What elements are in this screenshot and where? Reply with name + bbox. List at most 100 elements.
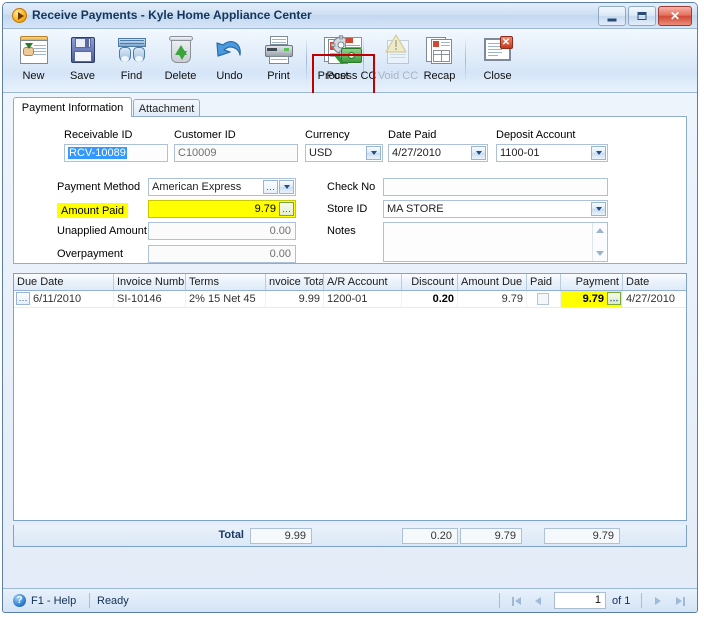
cell-due-date: ⋯ 6/11/2010 — [14, 291, 114, 307]
toolbar: New Save Find Delete Undo Print Post Pro… — [3, 29, 697, 117]
triangle-right-icon — [655, 597, 661, 605]
amount-paid-label: Amount Paid — [57, 203, 128, 218]
grid-header-invoice-total[interactable]: nvoice Total — [266, 274, 324, 290]
undo-arrow-svg — [215, 41, 241, 57]
window-controls: ✕ — [598, 6, 692, 26]
tab-attachment[interactable]: Attachment — [133, 99, 200, 117]
grid-header-ar-account[interactable]: A/R Account — [324, 274, 402, 290]
help-text[interactable]: F1 - Help — [31, 595, 76, 607]
check-no-label: Check No — [327, 181, 376, 193]
row-ellipsis-button[interactable]: ⋯ — [16, 292, 30, 305]
totals-invoice-total: 9.99 — [250, 528, 312, 544]
toolbar-separator — [465, 37, 466, 83]
grid-header-discount[interactable]: Discount — [402, 274, 458, 290]
currency-label: Currency — [305, 129, 350, 141]
toolbar-button-delete[interactable]: Delete — [156, 31, 205, 89]
nav-divider-left — [499, 593, 500, 608]
cell-payment[interactable]: 9.79 ⋯ — [561, 291, 623, 307]
invoice-grid: Due Date Invoice Numb Terms nvoice Total… — [13, 273, 687, 521]
page-count-label: of 1 — [612, 595, 631, 607]
grid-header-date[interactable]: Date — [623, 274, 686, 290]
payment-ellipsis-button[interactable]: ⋯ — [607, 292, 621, 305]
cell-paid[interactable] — [527, 291, 561, 307]
chevron-down-icon[interactable] — [279, 180, 294, 194]
close-button[interactable]: ✕ — [658, 6, 692, 26]
binoculars-icon — [115, 34, 149, 68]
grid-header-terms[interactable]: Terms — [186, 274, 266, 290]
toolbar-button-save[interactable]: Save — [58, 31, 107, 89]
amount-paid-ellipsis-button[interactable]: ⋯ — [279, 202, 294, 216]
tab-payment-information[interactable]: Payment Information — [13, 97, 132, 117]
totals-amount-due: 9.79 — [460, 528, 522, 544]
overpayment-value: 0.00 — [269, 248, 291, 260]
date-paid-value: 4/27/2010 — [392, 147, 441, 159]
client-area: Payment Information Attachment Receivabl… — [3, 93, 697, 588]
notes-textarea[interactable] — [383, 222, 608, 262]
status-divider — [89, 593, 90, 608]
cell-discount: 0.20 — [402, 291, 458, 307]
toolbar-label: Process CC — [317, 70, 377, 82]
page-number-input[interactable]: 1 — [554, 592, 606, 609]
notes-scrollbar[interactable] — [592, 223, 607, 261]
warning-triangle-svg — [385, 34, 407, 53]
minimize-button[interactable] — [598, 6, 626, 26]
scroll-down-icon[interactable] — [596, 251, 604, 256]
minimize-icon — [607, 18, 617, 22]
recycle-bin-icon — [164, 34, 198, 68]
close-window-icon: ✕ — [481, 34, 515, 68]
grid-header-paid[interactable]: Paid — [527, 274, 561, 290]
gear-card-icon — [330, 34, 364, 68]
chevron-down-icon[interactable] — [366, 146, 381, 160]
store-id-select[interactable]: MA STORE — [383, 200, 608, 218]
toolbar-label: Void CC — [377, 70, 419, 82]
toolbar-button-undo[interactable]: Undo — [205, 31, 254, 89]
status-bar: ? F1 - Help Ready 1 of 1 — [3, 588, 697, 612]
payment-method-ellipsis-button[interactable]: ⋯ — [263, 180, 278, 194]
currency-select[interactable]: USD — [305, 144, 383, 162]
grid-header-payment[interactable]: Payment — [561, 274, 623, 290]
toolbar-button-new[interactable]: New — [9, 31, 58, 89]
maximize-button[interactable] — [628, 6, 656, 26]
tab-label: Attachment — [138, 102, 195, 115]
help-icon[interactable]: ? — [13, 594, 26, 607]
payment-method-select[interactable]: American Express ⋯ — [148, 178, 296, 196]
title-bar: Receive Payments - Kyle Home Appliance C… — [3, 3, 697, 29]
grid-body: Due Date Invoice Numb Terms nvoice Total… — [14, 274, 686, 520]
deposit-account-select[interactable]: 1100-01 — [496, 144, 608, 162]
toolbar-button-recap[interactable]: Recap — [415, 31, 464, 89]
undo-arrow-icon — [213, 34, 247, 68]
receivable-id-label: Receivable ID — [64, 129, 133, 141]
date-paid-select[interactable]: 4/27/2010 — [388, 144, 488, 162]
paid-checkbox[interactable] — [537, 293, 549, 305]
triangle-right-icon — [675, 597, 682, 605]
toolbar-button-find[interactable]: Find — [107, 31, 156, 89]
first-record-button[interactable] — [509, 594, 523, 608]
floppy-disk-icon — [66, 34, 100, 68]
customer-id-label: Customer ID — [174, 129, 236, 141]
toolbar-label: Delete — [164, 70, 197, 82]
previous-record-button[interactable] — [531, 594, 545, 608]
grid-header-invoice-number[interactable]: Invoice Numb — [114, 274, 186, 290]
table-row[interactable]: ⋯ 6/11/2010 SI-10146 2% 15 Net 45 9.99 1… — [14, 291, 686, 308]
toolbar-label: Save — [69, 70, 96, 82]
amount-paid-input[interactable]: 9.79 ⋯ — [148, 200, 296, 218]
toolbar-label: Find — [120, 70, 143, 82]
toolbar-button-close[interactable]: ✕ Close — [473, 31, 522, 89]
chevron-down-icon[interactable] — [471, 146, 486, 160]
toolbar-button-process-cc[interactable]: Process CC — [316, 31, 378, 89]
grid-header-amount-due[interactable]: Amount Due — [458, 274, 527, 290]
check-no-input[interactable] — [383, 178, 608, 196]
grid-header-due-date[interactable]: Due Date — [14, 274, 114, 290]
toolbar-label: Close — [483, 70, 512, 82]
deposit-account-label: Deposit Account — [496, 129, 576, 141]
last-record-button[interactable] — [673, 594, 687, 608]
chevron-down-icon[interactable] — [591, 202, 606, 216]
next-record-button[interactable] — [651, 594, 665, 608]
nav-divider-right — [641, 593, 642, 608]
receivable-id-input[interactable]: RCV-10089 — [64, 144, 168, 162]
customer-id-input[interactable]: C10009 — [174, 144, 298, 162]
chevron-down-icon[interactable] — [591, 146, 606, 160]
overpayment-input: 0.00 — [148, 245, 296, 263]
play-circle-icon — [12, 8, 27, 23]
scroll-up-icon[interactable] — [596, 228, 604, 233]
